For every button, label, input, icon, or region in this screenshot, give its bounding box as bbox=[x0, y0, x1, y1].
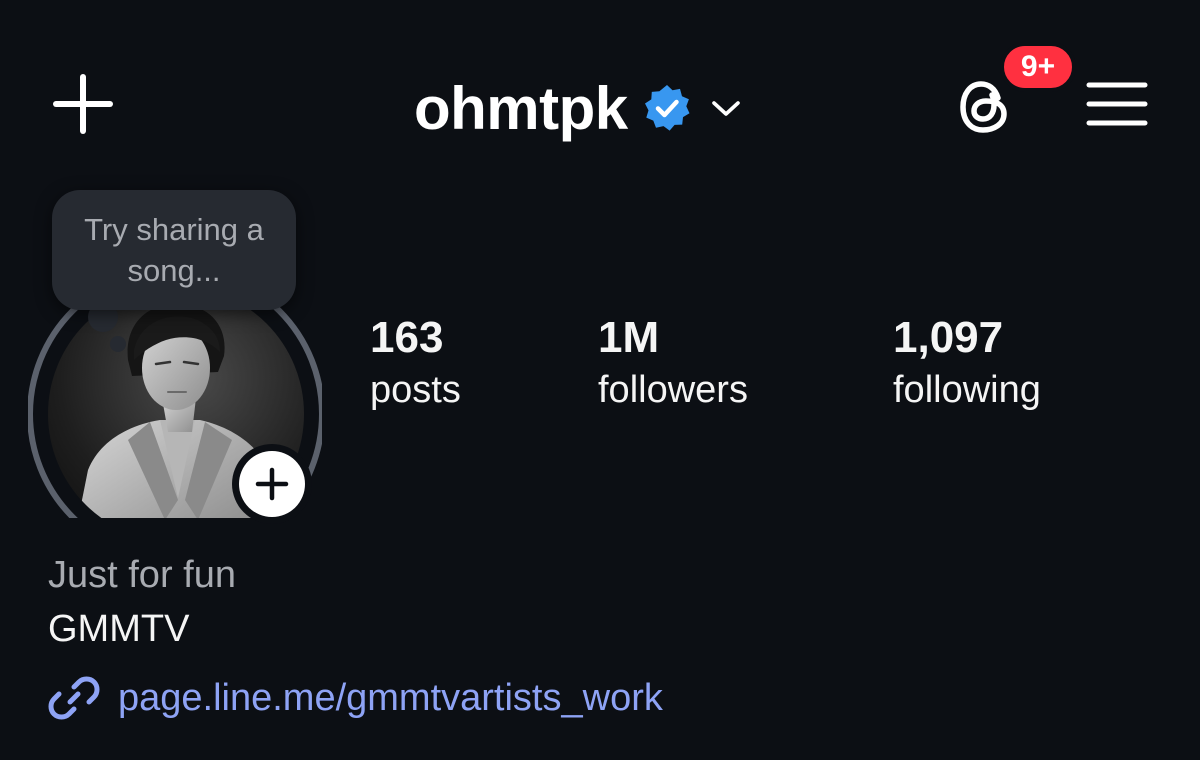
followers-label: followers bbox=[598, 369, 748, 411]
note-bubble-tail-dot bbox=[110, 336, 126, 352]
plus-icon bbox=[255, 467, 289, 501]
create-button[interactable] bbox=[50, 74, 116, 134]
notifications-badge: 9+ bbox=[1000, 42, 1076, 92]
posts-label: posts bbox=[370, 369, 461, 411]
hamburger-menu-icon bbox=[1086, 82, 1148, 126]
bio-link-text: page.line.me/gmmtvartists_work bbox=[118, 676, 663, 719]
followers-stat[interactable]: 1M followers bbox=[598, 312, 748, 416]
plus-icon bbox=[53, 74, 113, 134]
following-label: following bbox=[893, 369, 1041, 411]
profile-username: ohmtpk bbox=[414, 74, 628, 142]
note-prompt: Try sharing a song... bbox=[84, 212, 264, 288]
following-count: 1,097 bbox=[893, 313, 1004, 362]
profile-screen: ohmtpk 9+ Try sharing a song... 163 post… bbox=[0, 0, 1200, 760]
menu-button[interactable] bbox=[1082, 74, 1152, 134]
account-switcher[interactable]: ohmtpk bbox=[414, 68, 746, 148]
followers-count: 1M bbox=[598, 313, 660, 362]
bio-name: GMMTV bbox=[48, 608, 190, 650]
posts-stat[interactable]: 163 posts bbox=[370, 312, 461, 416]
posts-count: 163 bbox=[370, 313, 444, 362]
add-story-circle bbox=[239, 451, 305, 517]
chevron-down-icon bbox=[711, 101, 740, 116]
note-bubble[interactable]: Try sharing a song... bbox=[52, 190, 296, 310]
bio-category: Just for fun bbox=[48, 554, 236, 596]
bio-link[interactable]: page.line.me/gmmtvartists_work bbox=[48, 670, 663, 726]
following-stat[interactable]: 1,097 following bbox=[893, 312, 1041, 416]
verified-badge-icon bbox=[644, 85, 690, 131]
link-icon bbox=[48, 676, 100, 720]
add-story-button[interactable] bbox=[232, 444, 312, 524]
threads-icon bbox=[960, 81, 1007, 133]
